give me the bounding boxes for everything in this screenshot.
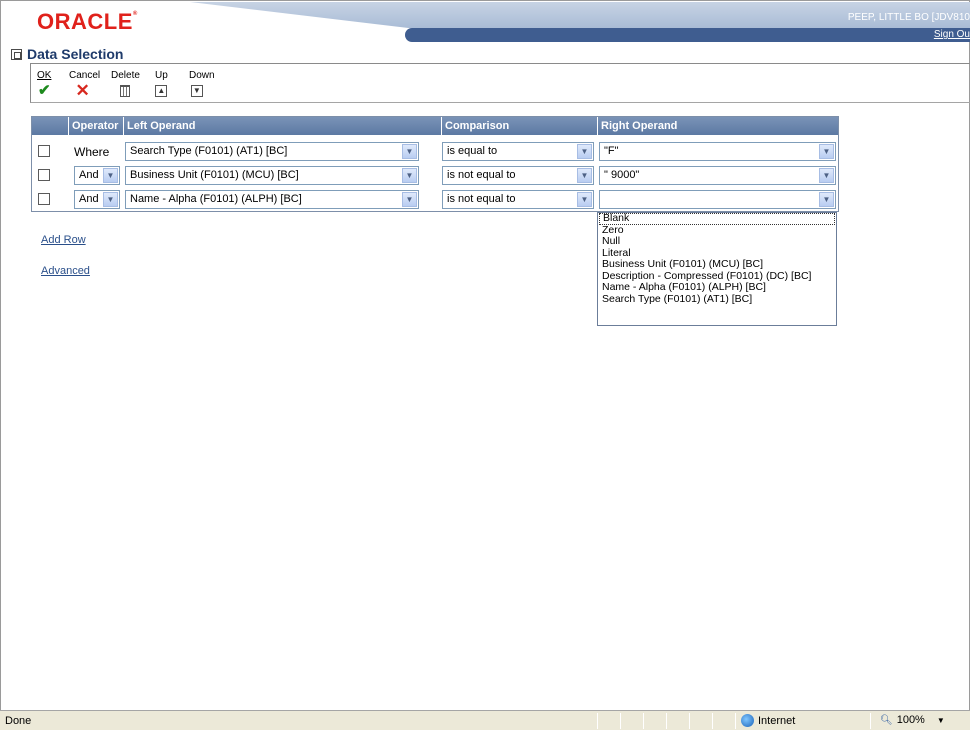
- right-operand-value: "F": [604, 145, 619, 157]
- operator-select[interactable]: And ▼: [74, 190, 120, 209]
- browser-window: [0, 0, 970, 730]
- right-operand-select[interactable]: ▼: [599, 190, 836, 209]
- comparison-select[interactable]: is not equal to ▼: [442, 190, 594, 209]
- delete-label: Delete: [111, 70, 140, 81]
- chevron-down-icon[interactable]: ▼: [937, 716, 945, 725]
- row-checkbox[interactable]: [38, 169, 50, 181]
- chevron-down-icon[interactable]: ▼: [577, 192, 592, 207]
- zoom-icon: 🔍︎: [880, 714, 893, 726]
- add-row-link[interactable]: Add Row: [41, 234, 86, 246]
- x-icon: ✕: [75, 81, 90, 100]
- cancel-button[interactable]: Cancel ✕: [69, 70, 100, 99]
- ok-button[interactable]: OK ✔: [37, 70, 51, 99]
- chevron-down-icon[interactable]: ▼: [819, 168, 834, 183]
- up-label: Up: [155, 70, 168, 81]
- row-checkbox[interactable]: [38, 145, 50, 157]
- table-row: And ▼ Name - Alpha (F0101) (ALPH) [BC] ▼…: [32, 187, 838, 211]
- chevron-up-icon: ▲: [155, 83, 168, 99]
- left-operand-value: Business Unit (F0101) (MCU) [BC]: [130, 169, 299, 181]
- chevron-down-icon: ▼: [179, 83, 215, 99]
- up-button[interactable]: Up ▲: [155, 70, 168, 99]
- user-name: PEEP, LITTLE BO [JDV810: [847, 12, 970, 23]
- status-divider: [712, 713, 713, 729]
- left-operand-select[interactable]: Search Type (F0101) (AT1) [BC] ▼: [125, 142, 419, 161]
- chevron-down-icon[interactable]: ▼: [402, 192, 417, 207]
- globe-icon: [741, 714, 754, 727]
- operator-text: Where: [74, 145, 110, 159]
- left-operand-value: Search Type (F0101) (AT1) [BC]: [130, 145, 288, 157]
- zone-label: Internet: [758, 714, 796, 727]
- sign-out-link[interactable]: Sign Ou: [934, 29, 970, 40]
- column-header-right-operand: Right Operand: [601, 120, 678, 132]
- comparison-value: is not equal to: [447, 169, 516, 181]
- dropdown-option[interactable]: Null: [598, 236, 836, 248]
- chevron-down-icon[interactable]: ▼: [577, 168, 592, 183]
- dropdown-option[interactable]: Search Type (F0101) (AT1) [BC]: [598, 294, 836, 306]
- status-divider: [643, 713, 644, 729]
- table-row: And ▼ Business Unit (F0101) (MCU) [BC] ▼…: [32, 163, 838, 187]
- dropdown-option[interactable]: Zero: [598, 225, 836, 237]
- chevron-down-icon[interactable]: ▼: [577, 144, 592, 159]
- status-divider: [597, 713, 598, 729]
- operator-value: And: [79, 169, 99, 181]
- toolbar: OK ✔ Cancel ✕ Delete Up ▲ Down ▼: [30, 63, 970, 103]
- right-operand-value: " 9000": [604, 169, 640, 181]
- column-header-left-operand: Left Operand: [124, 117, 442, 135]
- status-bar: Done Internet 🔍︎ 100% ▼: [0, 710, 970, 730]
- left-operand-select[interactable]: Name - Alpha (F0101) (ALPH) [BC] ▼: [125, 190, 419, 209]
- column-header-comparison: Comparison: [442, 117, 598, 135]
- chevron-down-icon[interactable]: ▼: [819, 144, 834, 159]
- dropdown-option[interactable]: Blank: [599, 213, 835, 225]
- select-column-header: [32, 117, 69, 135]
- restore-icon[interactable]: [11, 48, 22, 60]
- security-zone: Internet: [741, 714, 795, 727]
- zoom-control[interactable]: 🔍︎ 100% ▼: [880, 714, 945, 726]
- status-divider: [689, 713, 690, 729]
- status-divider: [870, 713, 871, 729]
- dropdown-option[interactable]: Business Unit (F0101) (MCU) [BC]: [598, 259, 836, 271]
- cancel-label: Cancel: [69, 70, 101, 81]
- header-band-dark: [405, 28, 970, 42]
- dropdown-option[interactable]: Description - Compressed (F0101) (DC) [B…: [598, 271, 836, 283]
- dropdown-option[interactable]: Name - Alpha (F0101) (ALPH) [BC]: [598, 282, 836, 294]
- column-header-operator: Operator: [69, 117, 124, 135]
- dropdown-option[interactable]: Literal: [598, 248, 836, 260]
- right-operand-select[interactable]: "F" ▼: [599, 142, 836, 161]
- app-header: ORACLE® PEEP, LITTLE BO [JDV810 Sign Ou: [0, 0, 970, 44]
- right-operand-dropdown-list: Blank Zero Null Literal Business Unit (F…: [597, 212, 837, 326]
- status-divider: [735, 713, 736, 729]
- table-row: Where Search Type (F0101) (AT1) [BC] ▼ i…: [32, 139, 838, 163]
- status-text: Done: [5, 715, 32, 727]
- down-button[interactable]: Down ▼: [189, 70, 215, 99]
- grid-header: Operator Left Operand Comparison Right O…: [32, 117, 838, 135]
- chevron-down-icon[interactable]: ▼: [402, 168, 417, 183]
- left-operand-select[interactable]: Business Unit (F0101) (MCU) [BC] ▼: [125, 166, 419, 185]
- delete-button[interactable]: Delete: [111, 70, 140, 99]
- trash-icon: [111, 83, 140, 99]
- status-divider: [666, 713, 667, 729]
- right-operand-select[interactable]: " 9000" ▼: [599, 166, 836, 185]
- comparison-value: is equal to: [447, 145, 498, 157]
- criteria-grid: Operator Left Operand Comparison Right O…: [31, 116, 839, 212]
- comparison-value: is not equal to: [447, 193, 516, 205]
- chevron-down-icon[interactable]: ▼: [402, 144, 417, 159]
- comparison-select[interactable]: is not equal to ▼: [442, 166, 594, 185]
- status-divider: [620, 713, 621, 729]
- page-title: Data Selection: [11, 46, 123, 62]
- checkmark-icon: ✔: [37, 82, 51, 99]
- comparison-select[interactable]: is equal to ▼: [442, 142, 594, 161]
- row-checkbox[interactable]: [38, 193, 50, 205]
- down-label: Down: [189, 70, 215, 81]
- page-title-text: Data Selection: [27, 46, 124, 62]
- ok-label: OK: [37, 70, 52, 81]
- advanced-link[interactable]: Advanced: [41, 265, 90, 277]
- chevron-down-icon[interactable]: ▼: [103, 168, 118, 183]
- oracle-logo: ORACLE®: [37, 9, 138, 34]
- operator-value: And: [79, 193, 99, 205]
- operator-select[interactable]: And ▼: [74, 166, 120, 185]
- chevron-down-icon[interactable]: ▼: [819, 192, 834, 207]
- chevron-down-icon[interactable]: ▼: [103, 192, 118, 207]
- zoom-level: 100%: [896, 714, 925, 726]
- left-operand-value: Name - Alpha (F0101) (ALPH) [BC]: [130, 193, 302, 205]
